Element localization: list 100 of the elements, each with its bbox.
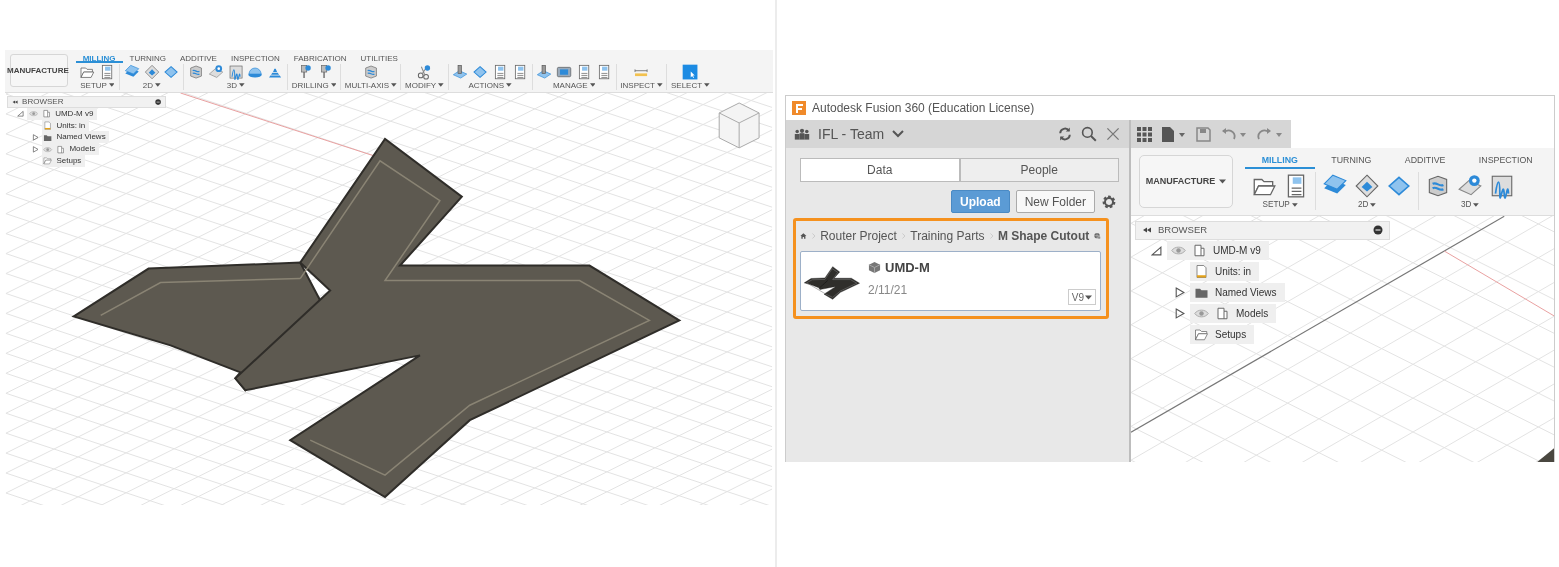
toolbar-tab[interactable]: ADDITIVE [173, 54, 224, 63]
group-menu-button[interactable]: MANAGE [552, 80, 596, 91]
group-menu-button[interactable]: SELECT [671, 80, 710, 91]
caret-icon[interactable] [438, 83, 444, 88]
plate-icon[interactable] [207, 63, 224, 80]
caret-icon[interactable] [1085, 294, 1092, 300]
panel-title: BROWSER [1158, 222, 1209, 237]
workspace-button[interactable]: MANUFACTURE [9, 54, 69, 88]
nested-diamond-icon[interactable] [1354, 172, 1380, 199]
group-menu-button[interactable]: 3D [226, 80, 245, 91]
diamond-icon[interactable] [163, 63, 180, 80]
group-menu-button[interactable]: DRILLING [291, 80, 337, 91]
diamond-icon[interactable] [472, 63, 489, 80]
model-corner-drawing [1537, 447, 1554, 462]
group-menu-button[interactable]: 3D [1460, 200, 1480, 211]
component-icon [56, 144, 66, 154]
cube-icon [868, 261, 881, 275]
breadcrumb-link[interactable]: Router Project [820, 227, 897, 245]
wave-icon[interactable] [227, 63, 244, 80]
breadcrumb-link[interactable]: M Shape Cutout [997, 227, 1090, 245]
open-folder-icon [1194, 326, 1209, 342]
tree-toggle-icon[interactable] [1151, 244, 1162, 256]
caret-icon[interactable] [1370, 203, 1377, 208]
tree-toggle-icon[interactable] [17, 110, 25, 118]
search-icon[interactable] [1081, 126, 1097, 142]
eye-icon[interactable] [43, 144, 53, 154]
tree-item[interactable]: Models [41, 143, 99, 156]
tree-toggle-icon[interactable] [31, 145, 39, 153]
tree-item[interactable]: Named Views [1190, 282, 1285, 302]
breadcrumb-link[interactable]: Training Parts [910, 227, 985, 245]
group-menu-button[interactable]: INSPECT [620, 80, 663, 91]
refresh-icon[interactable] [1057, 126, 1073, 142]
group-menu-button[interactable]: 2D [1357, 200, 1377, 211]
caret-icon[interactable] [108, 83, 115, 88]
group-menu-button[interactable]: ACTIONS [468, 80, 512, 91]
file-icon[interactable] [1162, 126, 1186, 142]
group-menu-button[interactable]: SETUP [80, 80, 115, 91]
group-menu-button[interactable]: 2D [142, 80, 161, 91]
cube-icon[interactable] [187, 63, 205, 80]
redo-icon[interactable] [1257, 126, 1283, 142]
caret-icon[interactable] [1291, 203, 1298, 208]
caret-icon[interactable] [330, 83, 337, 88]
tool-icon[interactable] [452, 63, 469, 80]
scissors-icon[interactable] [416, 63, 433, 80]
panel-tab[interactable]: People [959, 158, 1119, 182]
group-menu-button[interactable]: MULTI-AXIS [344, 80, 397, 91]
caret-icon[interactable] [239, 83, 245, 88]
caret-icon[interactable] [1473, 203, 1480, 208]
component-icon [1215, 305, 1230, 321]
document-icon [43, 121, 53, 131]
caret-icon[interactable] [656, 83, 663, 88]
tree-item[interactable]: Units: in [1190, 261, 1260, 281]
new-folder-button[interactable]: New Folder [1015, 190, 1095, 213]
select-icon[interactable] [682, 63, 699, 80]
toolbar-tab[interactable]: UTILITIES [353, 54, 405, 63]
team-selector[interactable]: IFL - Team [818, 123, 905, 145]
collapse-icon[interactable] [1142, 225, 1152, 235]
toolbar-tab[interactable]: INSPECTION [223, 54, 287, 63]
eye-icon[interactable] [29, 109, 39, 119]
version-dropdown[interactable]: V9 [1067, 289, 1096, 305]
tree-item[interactable]: Setups [1190, 324, 1255, 344]
tree-toggle-icon[interactable] [1174, 307, 1185, 319]
tree-toggle-icon[interactable] [1174, 286, 1185, 298]
file-name[interactable]: UMD-M [885, 258, 930, 278]
toolbar-tab[interactable]: FABRICATION [286, 54, 354, 63]
toolbar-tab[interactable]: TURNING [122, 54, 173, 63]
undo-icon[interactable] [1221, 126, 1247, 142]
app-logo-icon [792, 101, 806, 115]
file-card[interactable]: UMD-M 2/11/21 V9 [800, 251, 1101, 311]
nested-diamond-icon[interactable] [143, 63, 160, 80]
caret-icon[interactable] [589, 83, 596, 88]
minus-circle-icon[interactable] [154, 98, 161, 106]
caret-icon[interactable] [1219, 179, 1227, 184]
caret-icon[interactable] [506, 83, 512, 88]
cube-icon[interactable] [362, 63, 379, 80]
caret-icon[interactable] [391, 83, 397, 88]
toolbar-tab[interactable]: INSPECTION [1462, 155, 1550, 169]
apps-grid-icon[interactable] [1137, 126, 1152, 142]
tool-icon[interactable] [536, 63, 553, 80]
component-icon [1192, 242, 1207, 258]
tree-toggle-icon[interactable] [31, 134, 39, 141]
caret-icon[interactable] [704, 83, 710, 88]
tree-item[interactable]: Models [1190, 303, 1277, 323]
settings-icon[interactable] [1101, 193, 1117, 210]
toolbar-tab[interactable]: ADDITIVE [1388, 155, 1463, 169]
minus-circle-icon[interactable] [1373, 225, 1383, 235]
group-menu-button[interactable]: SETUP [1262, 200, 1298, 211]
group-menu-button[interactable]: MODIFY [405, 80, 444, 91]
toolbar-tab[interactable]: TURNING [1314, 155, 1389, 169]
workspace-button[interactable]: MANUFACTURE [1139, 155, 1233, 208]
layers-icon[interactable] [123, 63, 140, 80]
tree-item[interactable]: Named Views [41, 131, 110, 144]
chevron-down-icon[interactable] [892, 130, 905, 138]
save-icon[interactable] [1196, 126, 1211, 142]
collapse-icon[interactable] [12, 98, 19, 106]
panel-tab[interactable]: Data [800, 158, 960, 182]
tree-item[interactable]: UMD-M v9 [1167, 240, 1269, 260]
team-icon [794, 126, 810, 142]
close-icon[interactable] [1105, 126, 1121, 142]
caret-icon[interactable] [154, 83, 161, 88]
